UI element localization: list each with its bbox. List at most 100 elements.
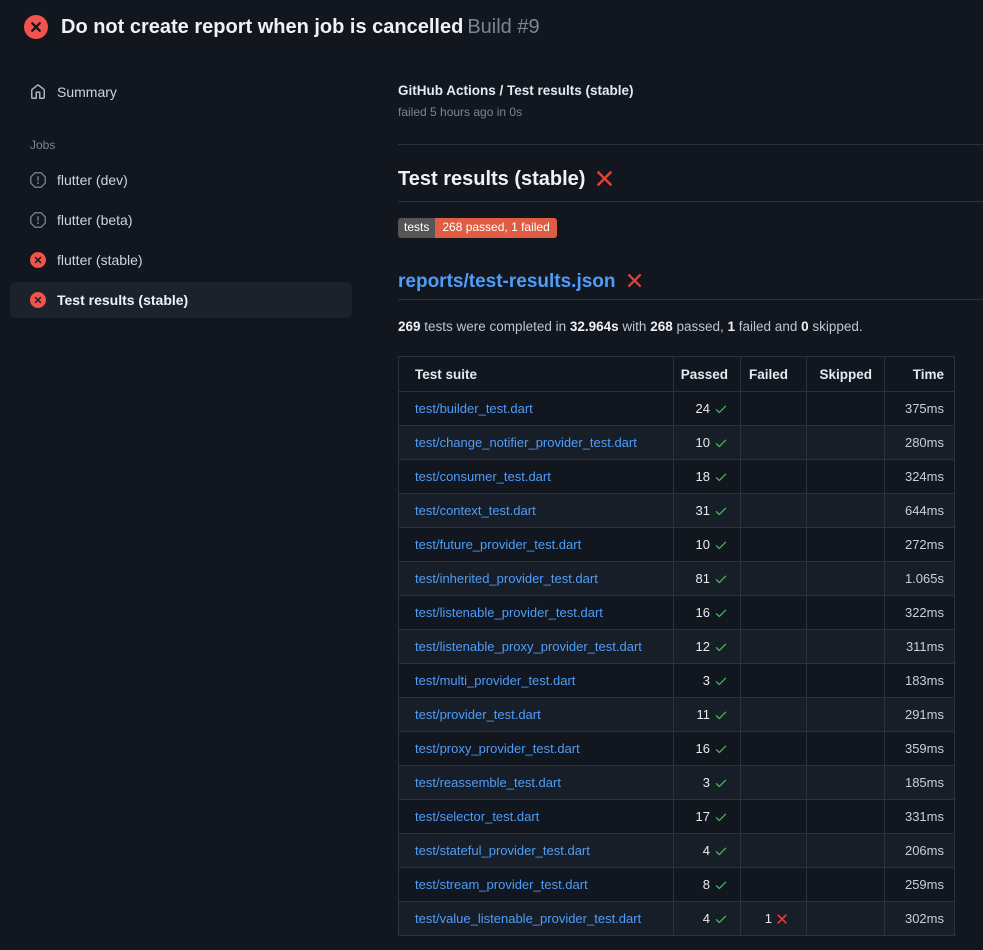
test-suite-link[interactable]: test/multi_provider_test.dart — [415, 673, 575, 688]
job-label: flutter (beta) — [57, 212, 132, 228]
suite-cell: test/proxy_provider_test.dart — [399, 732, 674, 766]
skipped-cell — [807, 630, 885, 664]
table-row: test/consumer_test.dart18324ms — [399, 460, 955, 494]
skipped-cell — [807, 732, 885, 766]
build-number: Build #9 — [467, 16, 539, 38]
suite-cell: test/stream_provider_test.dart — [399, 868, 674, 902]
sidebar-item-flutter-beta[interactable]: flutter (beta) — [10, 202, 352, 238]
suite-cell: test/selector_test.dart — [399, 800, 674, 834]
failed-cell — [741, 868, 807, 902]
table-row: test/change_notifier_provider_test.dart 1… — [399, 426, 955, 460]
failed-cell — [741, 392, 807, 426]
time-cell: 644ms — [885, 494, 955, 528]
table-row: test/proxy_provider_test.dart 16 359ms — [399, 732, 955, 766]
check-icon — [714, 810, 728, 824]
test-suite-link[interactable]: test/provider_test.dart — [415, 707, 541, 722]
column-header: Passed — [674, 357, 741, 392]
skipped-cell — [807, 392, 885, 426]
suite-cell: test/reassemble_test.dart — [399, 766, 674, 800]
test-suite-link[interactable]: test/consumer_test.dart — [415, 469, 551, 484]
test-suite-link[interactable]: test/builder_test.dart — [415, 401, 533, 416]
jobs-section-label: Jobs — [30, 138, 352, 152]
skipped-count: 0 — [801, 319, 809, 334]
test-suite-link[interactable]: test/stateful_provider_test.dart — [415, 843, 590, 858]
column-header: Skipped — [807, 357, 885, 392]
table-row: test/value_listenable_provider_test.dart… — [399, 902, 955, 936]
sidebar-item-flutter-dev[interactable]: flutter (dev) — [10, 162, 352, 198]
passed-cell: 3 — [674, 664, 741, 698]
skipped-cell — [807, 528, 885, 562]
test-suite-link[interactable]: test/listenable_proxy_provider_test.dart — [415, 639, 642, 654]
results-table: Test suitePassedFailedSkippedTime test/b… — [398, 356, 955, 936]
passed-cell: 17 — [674, 800, 741, 834]
job-label: flutter (stable) — [57, 252, 143, 268]
time-cell: 375ms — [885, 392, 955, 426]
passed-cell: 11 — [674, 698, 741, 732]
test-suite-link[interactable]: test/inherited_provider_test.dart — [415, 571, 598, 586]
column-header: Test suite — [399, 357, 674, 392]
suite-cell: test/context_test.dart — [399, 494, 674, 528]
passed-cell: 10 — [674, 426, 741, 460]
skipped-cell — [807, 596, 885, 630]
report-file-heading: reports/test-results.json — [398, 270, 983, 300]
failed-cell — [741, 698, 807, 732]
failed-circle-icon — [24, 15, 48, 39]
check-run-title-text: Test results (stable) — [398, 168, 585, 190]
time-cell: 206ms — [885, 834, 955, 868]
time-cell: 302ms — [885, 902, 955, 936]
table-row: test/reassemble_test.dart3185ms — [399, 766, 955, 800]
table-row: test/inherited_provider_test.dart811.065… — [399, 562, 955, 596]
summary-line: 269 tests were completed in 32.964s with… — [398, 318, 983, 336]
test-suite-link[interactable]: test/value_listenable_provider_test.dart — [415, 911, 641, 926]
tests-badge: tests 268 passed, 1 failed — [398, 218, 557, 238]
sidebar-item-test-results-stable[interactable]: Test results (stable) — [10, 282, 352, 318]
failed-cell — [741, 494, 807, 528]
cancelled-icon — [30, 172, 46, 188]
skipped-cell — [807, 834, 885, 868]
passed-cell: 16 — [674, 732, 741, 766]
table-row: test/builder_test.dart 24 375ms — [399, 392, 955, 426]
table-row: test/listenable_provider_test.dart16322m… — [399, 596, 955, 630]
job-label: flutter (dev) — [57, 172, 128, 188]
test-suite-link[interactable]: test/change_notifier_provider_test.dart — [415, 435, 637, 450]
time-cell: 183ms — [885, 664, 955, 698]
time-cell: 291ms — [885, 698, 955, 732]
test-suite-link[interactable]: test/listenable_provider_test.dart — [415, 605, 603, 620]
tests-badge-value: 268 passed, 1 failed — [435, 218, 556, 238]
time-cell: 311ms — [885, 630, 955, 664]
passed-cell: 31 — [674, 494, 741, 528]
passed-cell: 4 — [674, 902, 741, 936]
passed-cell: 16 — [674, 596, 741, 630]
suite-cell: test/change_notifier_provider_test.dart — [399, 426, 674, 460]
sidebar-item-flutter-stable[interactable]: flutter (stable) — [10, 242, 352, 278]
sidebar-item-summary[interactable]: Summary — [10, 74, 352, 110]
suite-cell: test/future_provider_test.dart — [399, 528, 674, 562]
test-suite-link[interactable]: test/future_provider_test.dart — [415, 537, 581, 552]
table-row: test/listenable_proxy_provider_test.dart… — [399, 630, 955, 664]
suite-cell: test/builder_test.dart — [399, 392, 674, 426]
failed-cell — [741, 596, 807, 630]
check-icon — [714, 572, 728, 586]
check-icon — [714, 436, 728, 450]
passed-cell: 4 — [674, 834, 741, 868]
report-file-link[interactable]: reports/test-results.json — [398, 271, 616, 292]
time-cell: 324ms — [885, 460, 955, 494]
cancelled-icon — [30, 212, 46, 228]
table-header-row: Test suitePassedFailedSkippedTime — [399, 357, 955, 392]
skipped-cell — [807, 562, 885, 596]
suite-cell: test/inherited_provider_test.dart — [399, 562, 674, 596]
test-suite-link[interactable]: test/reassemble_test.dart — [415, 775, 561, 790]
test-suite-link[interactable]: test/context_test.dart — [415, 503, 536, 518]
failed-count: 1 — [728, 319, 736, 334]
failed-circle-icon — [30, 292, 46, 308]
test-suite-link[interactable]: test/proxy_provider_test.dart — [415, 741, 580, 756]
passed-cell: 24 — [674, 392, 741, 426]
table-row: test/future_provider_test.dart10272ms — [399, 528, 955, 562]
skipped-cell — [807, 868, 885, 902]
test-suite-link[interactable]: test/stream_provider_test.dart — [415, 877, 588, 892]
check-icon — [714, 742, 728, 756]
time-cell: 359ms — [885, 732, 955, 766]
passed-cell: 81 — [674, 562, 741, 596]
test-suite-link[interactable]: test/selector_test.dart — [415, 809, 539, 824]
fail-x-icon — [776, 913, 788, 925]
